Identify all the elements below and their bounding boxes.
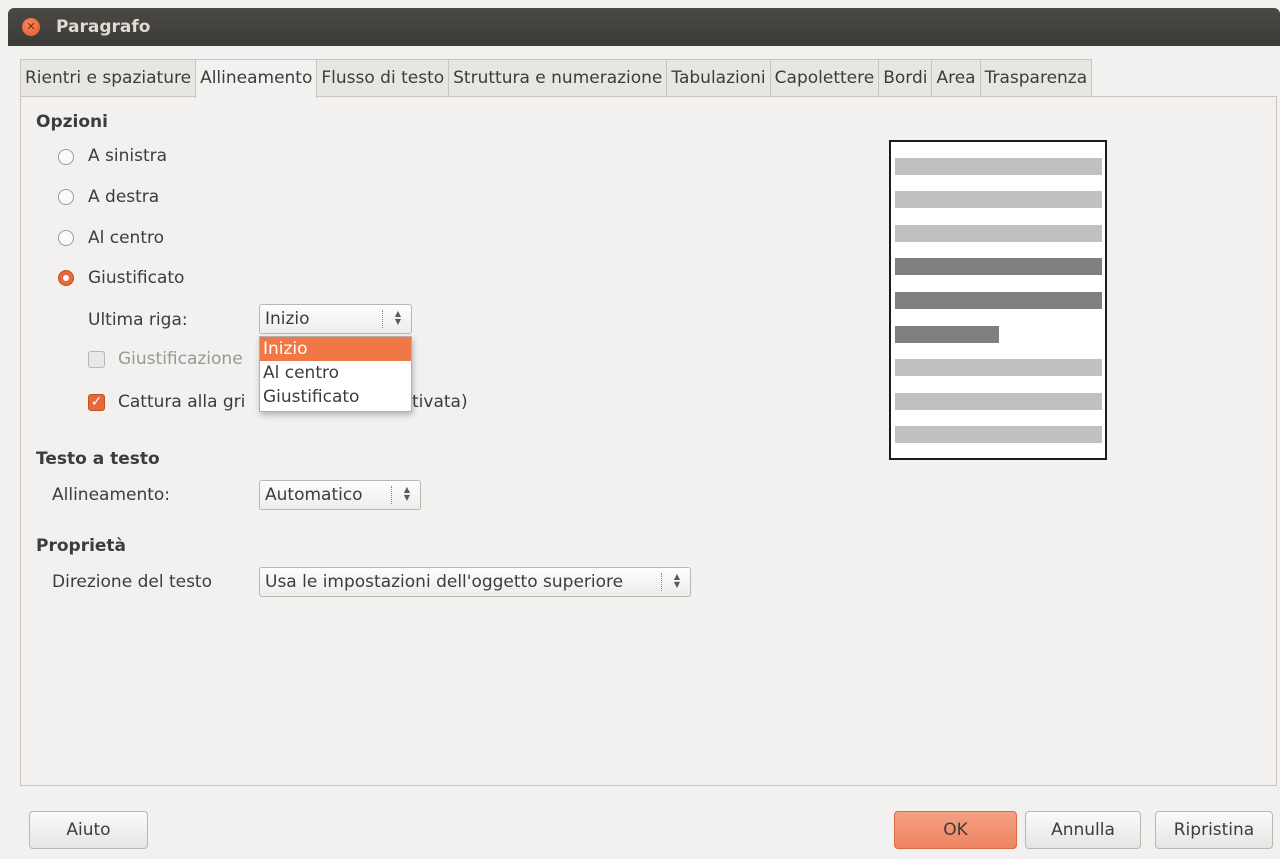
dropdown-option-al-centro[interactable]: Al centro [260, 361, 411, 385]
radio-justified-label: Giustificato [88, 268, 185, 288]
tab-bordi[interactable]: Bordi [878, 59, 933, 96]
reset-button[interactable]: Ripristina [1155, 811, 1273, 849]
combo-separator [382, 310, 384, 328]
combo-separator [391, 486, 393, 504]
expand-word-checkbox[interactable] [88, 351, 105, 368]
preview-line [895, 225, 1102, 242]
preview-line [895, 359, 1102, 376]
alignment-select[interactable]: Automatico ▲ ▼ [259, 480, 421, 510]
tab-trasparenza[interactable]: Trasparenza [979, 59, 1093, 96]
dropdown-option-giustificato[interactable]: Giustificato [260, 385, 411, 409]
radio-left[interactable] [58, 149, 74, 165]
options-heading: Opzioni [36, 112, 108, 132]
tab-area[interactable]: Area [931, 59, 981, 96]
tab-flusso-di-testo[interactable]: Flusso di testo [316, 59, 450, 96]
text-direction-value: Usa le impostazioni dell'oggetto superio… [265, 572, 624, 592]
expand-word-label: Giustificazione [118, 349, 243, 369]
title-bar: ✕ Paragrafo [8, 8, 1280, 46]
tab-tabulazioni[interactable]: Tabulazioni [666, 59, 771, 96]
preview-line [895, 393, 1102, 410]
preview-line-active [895, 292, 1102, 309]
spin-arrows-icon: ▲ ▼ [403, 485, 411, 502]
radio-center-label: Al centro [88, 228, 165, 248]
cancel-button[interactable]: Annulla [1025, 811, 1141, 849]
window-title: Paragrafo [56, 17, 151, 37]
last-line-value: Inizio [265, 309, 310, 329]
radio-right-label: A destra [88, 187, 160, 207]
combo-separator [661, 573, 663, 591]
radio-center[interactable] [58, 230, 74, 246]
text-direction-label: Direzione del testo [52, 572, 212, 592]
alignment-preview [889, 140, 1107, 460]
snap-to-grid-label-right: tivata) [412, 392, 468, 412]
preview-line [895, 158, 1102, 175]
help-button[interactable]: Aiuto [29, 811, 148, 849]
last-line-select[interactable]: Inizio ▲ ▼ [259, 304, 412, 334]
spin-arrows-icon: ▲ ▼ [673, 572, 681, 589]
tab-bar: Rientri e spaziature Allineamento Flusso… [20, 59, 1093, 98]
radio-left-label: A sinistra [88, 146, 168, 166]
text-direction-select[interactable]: Usa le impostazioni dell'oggetto superio… [259, 567, 691, 597]
text-to-text-heading: Testo a testo [36, 449, 160, 469]
preview-line-active-last [895, 326, 999, 343]
spin-arrows-icon: ▲ ▼ [394, 309, 402, 326]
tab-struttura-e-numerazione[interactable]: Struttura e numerazione [448, 59, 668, 96]
tab-allineamento[interactable]: Allineamento [195, 59, 318, 98]
ok-button[interactable]: OK [894, 811, 1017, 849]
last-line-label: Ultima riga: [88, 310, 188, 330]
preview-line [895, 191, 1102, 208]
close-icon[interactable]: ✕ [22, 18, 40, 36]
alignment-value: Automatico [265, 485, 363, 505]
snap-to-grid-checkbox[interactable]: ✓ [88, 394, 105, 411]
tab-capolettere[interactable]: Capolettere [769, 59, 880, 96]
radio-right[interactable] [58, 189, 74, 205]
last-line-dropdown: Inizio Al centro Giustificato [259, 336, 412, 412]
snap-to-grid-label-left: Cattura alla gri [118, 392, 246, 412]
preview-line-active [895, 258, 1102, 275]
alignment-label: Allineamento: [52, 485, 171, 505]
dropdown-option-inizio[interactable]: Inizio [260, 337, 411, 361]
tab-rientri-e-spaziature[interactable]: Rientri e spaziature [20, 59, 197, 96]
properties-heading: Proprietà [36, 536, 127, 556]
radio-justified[interactable] [58, 270, 74, 286]
preview-line [895, 426, 1102, 443]
